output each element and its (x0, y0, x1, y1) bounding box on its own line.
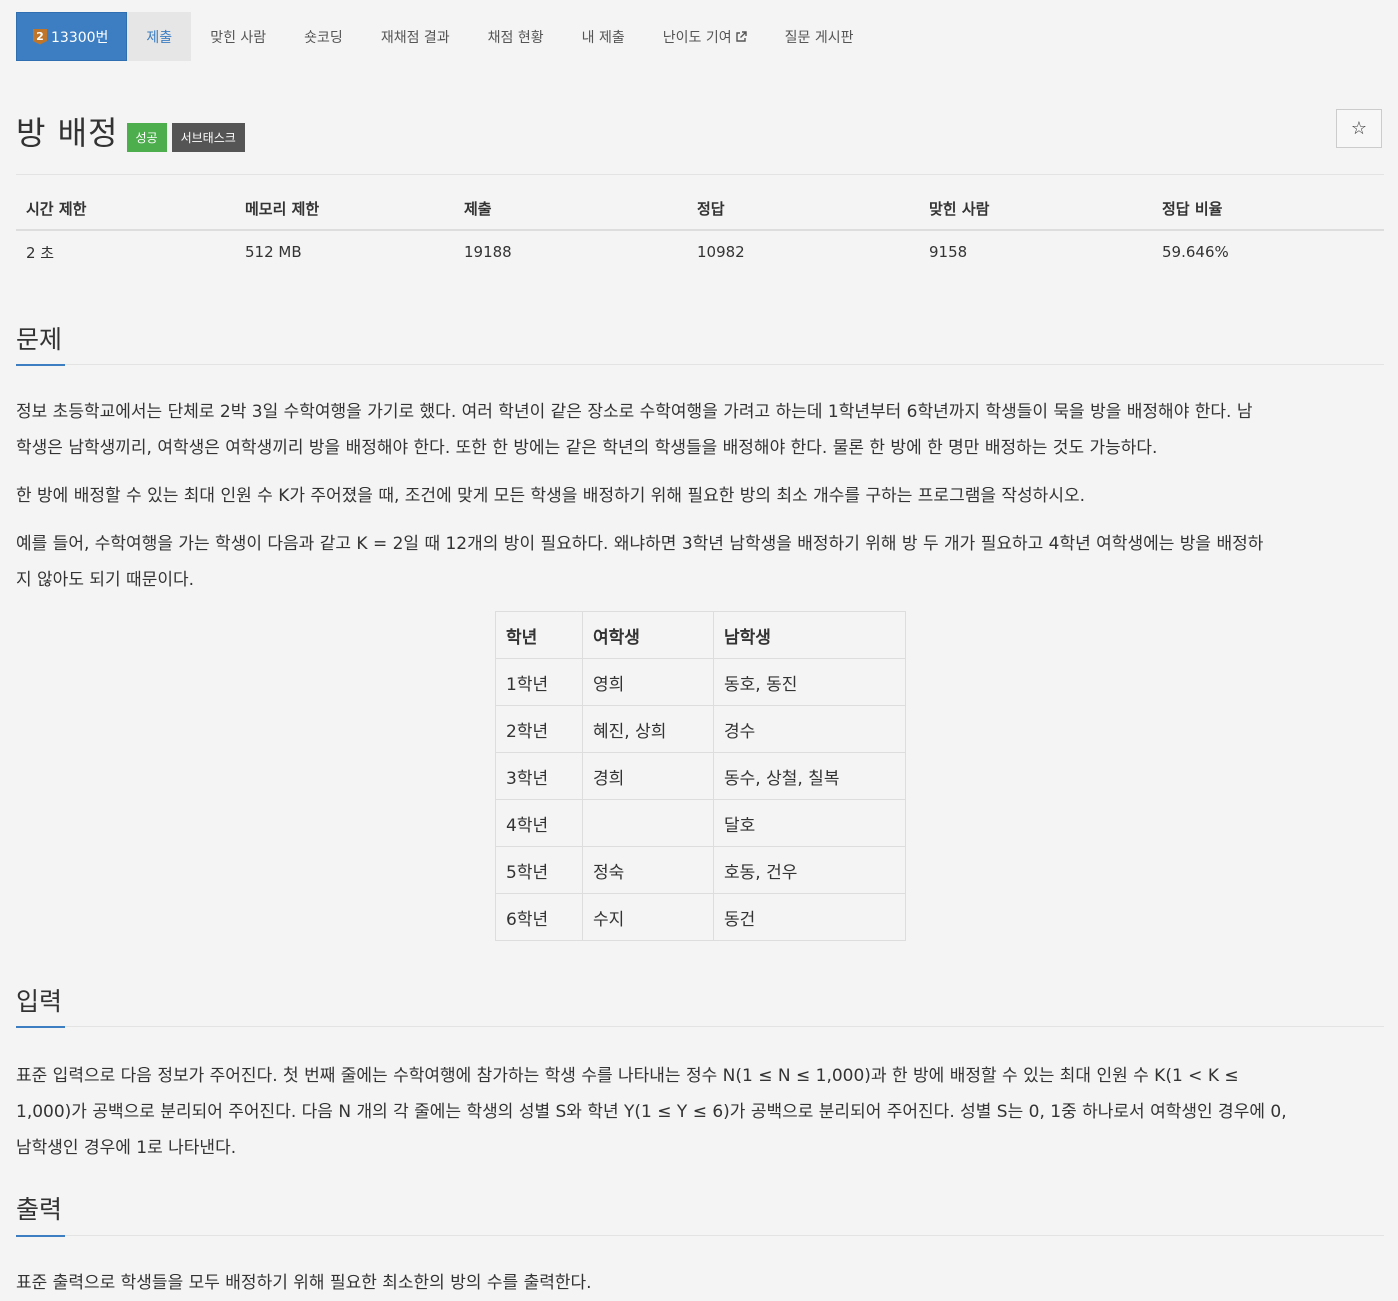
stat-header: 정답 비율 (1152, 198, 1384, 231)
table-cell: 호동, 건우 (713, 846, 906, 894)
problem-description: 정보 초등학교에서는 단체로 2박 3일 수학여행을 가기로 했다. 여러 학년… (16, 394, 1386, 466)
table-row: 4학년 달호 (495, 799, 906, 847)
subtask-badge: 서브태스크 (171, 122, 245, 152)
stat-header: 정답 (687, 198, 919, 231)
stat-time-limit: 2 초 (26, 243, 55, 262)
tier-badge-icon: 2 (33, 28, 47, 45)
divider (16, 174, 1384, 175)
text-line: 1,000)가 공백으로 분리되어 주어진다. 다음 N 개의 각 줄에는 학생… (16, 1102, 1287, 1122)
status-badge-success: 성공 (126, 122, 167, 152)
input-description: 표준 입력으로 다음 정보가 주어진다. 첫 번째 줄에는 수학여행에 참가하는… (16, 1058, 1386, 1166)
section-heading-problem: 문제 (16, 325, 63, 354)
table-cell: 영희 (582, 658, 714, 706)
text-line: 표준 입력으로 다음 정보가 주어진다. 첫 번째 줄에는 수학여행에 참가하는… (16, 1066, 1239, 1086)
section-underline (16, 1026, 65, 1028)
table-cell: 6학년 (495, 893, 583, 941)
problem-title: 방 배정 (16, 114, 119, 152)
favorite-star-button[interactable]: ☆ (1336, 109, 1382, 148)
table-cell: 4학년 (495, 799, 583, 847)
problem-nav: 2 13300번 제출 맞힌 사람 숏코딩 재채점 결과 채점 현황 내 제출 … (16, 12, 872, 61)
stat-header: 제출 (454, 198, 687, 231)
table-header: 여학생 (582, 611, 714, 659)
table-row: 1학년 영희 동호, 동진 (495, 658, 906, 706)
tab-problem-number[interactable]: 2 13300번 (16, 12, 128, 61)
text-line: 남학생인 경우에 1로 나타낸다. (16, 1138, 237, 1158)
problem-description: 한 방에 배정할 수 있는 최대 인원 수 K가 주어졌을 때, 조건에 맞게 … (16, 486, 1086, 506)
section-underline (16, 364, 65, 366)
text-line: 학생은 남학생끼리, 여학생은 여학생끼리 방을 배정해야 한다. 또한 한 방… (16, 438, 1158, 458)
tab-submit[interactable]: 제출 (127, 12, 192, 61)
section-underline (16, 1235, 65, 1237)
table-cell: 1학년 (495, 658, 583, 706)
table-cell: 동수, 상철, 칠복 (713, 752, 906, 800)
divider (16, 364, 1384, 365)
section-heading-output: 출력 (16, 1195, 63, 1224)
table-header: 학년 (495, 611, 583, 659)
table-row: 2학년 혜진, 상희 경수 (495, 705, 906, 753)
table-cell: 경수 (713, 705, 906, 753)
divider (16, 1235, 1384, 1236)
tab-short-coding[interactable]: 숏코딩 (285, 12, 362, 61)
stat-submissions: 19188 (464, 243, 512, 261)
stat-accept-ratio: 59.646% (1162, 243, 1229, 261)
student-table: 학년 여학생 남학생 1학년 영희 동호, 동진 2학년 혜진, 상희 경수 3… (495, 611, 906, 941)
table-cell: 3학년 (495, 752, 583, 800)
stat-memory-limit: 512 MB (245, 243, 302, 261)
table-header: 남학생 (713, 611, 906, 659)
table-cell: 동건 (713, 893, 906, 941)
star-icon: ☆ (1350, 118, 1368, 139)
tab-status[interactable]: 채점 현황 (469, 12, 563, 61)
text-line: 지 않아도 되기 때문이다. (16, 570, 195, 590)
tab-difficulty-label: 난이도 기여 (662, 29, 732, 46)
tab-qna-board[interactable]: 질문 게시판 (766, 12, 873, 61)
title-row: 방 배정 성공 서브태스크 (16, 108, 250, 154)
section-heading-input: 입력 (16, 987, 63, 1016)
table-row: 6학년 수지 동건 (495, 893, 906, 941)
tab-rejudge-results[interactable]: 재채점 결과 (362, 12, 469, 61)
problem-number: 13300번 (51, 29, 109, 46)
table-row: 3학년 경희 동수, 상철, 칠복 (495, 752, 906, 800)
table-row: 5학년 정숙 호동, 건우 (495, 846, 906, 894)
problem-stats-table: 시간 제한 메모리 제한 제출 정답 맞힌 사람 정답 비율 2 초 512 M… (16, 198, 1384, 273)
text-line: 예를 들어, 수학여행을 가는 학생이 다음과 같고 K = 2일 때 12개의… (16, 534, 1264, 554)
table-cell: 동호, 동진 (713, 658, 906, 706)
divider (16, 1026, 1384, 1027)
stat-header: 시간 제한 (16, 198, 235, 231)
external-link-icon (735, 30, 747, 42)
table-cell: 5학년 (495, 846, 583, 894)
table-cell: 수지 (582, 893, 714, 941)
stat-solved-users: 9158 (929, 243, 968, 261)
table-cell (582, 799, 714, 847)
table-cell: 정숙 (582, 846, 714, 894)
output-description: 표준 출력으로 학생들을 모두 배정하기 위해 필요한 최소한의 방의 수를 출… (16, 1273, 592, 1293)
table-cell: 2학년 (495, 705, 583, 753)
table-cell: 혜진, 상희 (582, 705, 714, 753)
stat-accepted: 10982 (697, 243, 745, 261)
tab-my-submissions[interactable]: 내 제출 (563, 12, 644, 61)
tab-difficulty[interactable]: 난이도 기여 (644, 12, 766, 61)
tab-solved-users[interactable]: 맞힌 사람 (191, 12, 285, 61)
table-cell: 경희 (582, 752, 714, 800)
table-cell: 달호 (713, 799, 906, 847)
problem-description: 예를 들어, 수학여행을 가는 학생이 다음과 같고 K = 2일 때 12개의… (16, 526, 1386, 598)
stat-header: 맞힌 사람 (919, 198, 1152, 231)
text-line: 정보 초등학교에서는 단체로 2박 3일 수학여행을 가기로 했다. 여러 학년… (16, 402, 1253, 422)
stat-header: 메모리 제한 (235, 198, 454, 231)
